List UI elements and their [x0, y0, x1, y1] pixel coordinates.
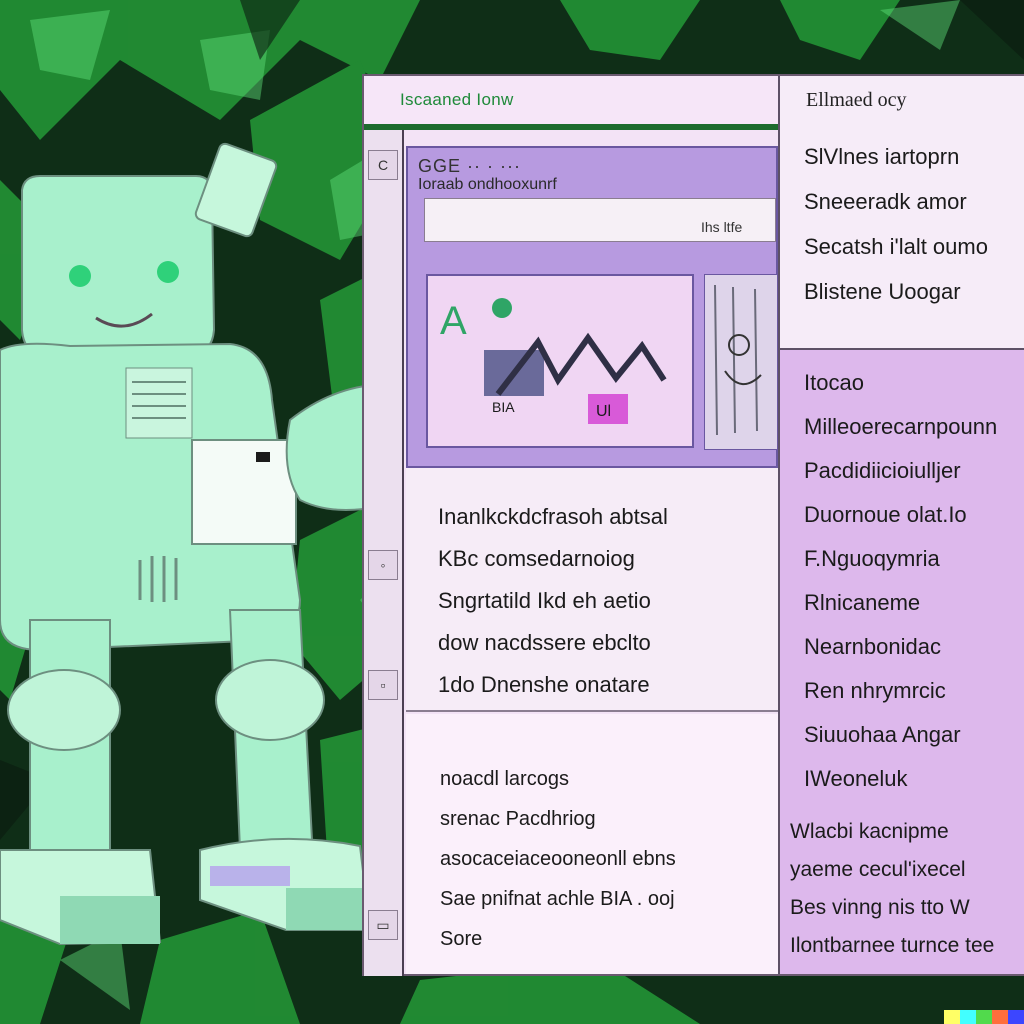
preview-toolbar[interactable]: Ihs ltfe	[424, 198, 776, 242]
toolbar-button[interactable]: ▫	[368, 670, 398, 700]
description-line: KBc comsedarnoiog	[438, 546, 635, 571]
section-item[interactable]: Nearnbonidac	[804, 634, 1024, 678]
right-panel-list: SlVlnes iartoprn Sneeeradk amor Secatsh …	[780, 124, 1024, 324]
notes-line: srenac Pacdhriog	[440, 808, 596, 830]
section-item[interactable]: Siuuohaa Angar	[804, 722, 1024, 766]
section-item[interactable]: Duornoue olat.Io	[804, 502, 1024, 546]
description-line: Sngrtatild Ikd eh aetio	[438, 588, 651, 613]
notes-line: asocaceiaceooneonll ebns	[440, 848, 676, 870]
notes-line: Sore	[440, 928, 483, 950]
preview-header: GGE ·· · ···	[418, 156, 521, 176]
preview-canvas: A Ul BIA	[426, 274, 694, 448]
notes-line: Sae pnifnat achle BIA . ooj	[440, 888, 675, 910]
description-line: dow nacdssere ebclto	[438, 630, 651, 655]
section-item[interactable]: Milleoerecarnpounn	[804, 414, 1024, 458]
toolbar-button[interactable]: C	[368, 150, 398, 180]
section-title: Itocao	[804, 370, 864, 395]
preview-sidebar	[704, 274, 778, 450]
color-signature	[944, 1010, 1024, 1024]
right-panel-item[interactable]: Sneeeradk amor	[804, 189, 1024, 234]
preview-badge: Ul	[596, 403, 611, 420]
preview-subtitle: Ioraab ondhooxunrf	[418, 176, 557, 193]
robot-illustration	[0, 142, 405, 946]
description-line: Inanlkckdcfrasoh abtsal	[438, 504, 668, 529]
zigzag-graphic: A Ul BIA	[440, 298, 667, 424]
notes-line: noacdl larcogs	[440, 768, 569, 790]
toolbar-button[interactable]: ▭	[368, 910, 398, 940]
notes-block: noacdl larcogs srenac Pacdhriog asocacei…	[406, 714, 778, 974]
right-panel-title: Ellmaed ocy	[806, 88, 907, 111]
footer-line: Wlacbi kacnipme	[790, 820, 949, 843]
toolbar-button[interactable]: ◦	[368, 550, 398, 580]
footer-line: yaeme cecul'ixecel	[790, 858, 966, 881]
section-item[interactable]: IWeoneluk	[804, 766, 1024, 810]
preview-chart-label: BIA	[492, 399, 515, 415]
right-panel-footer: Wlacbi kacnipme yaeme cecul'ixecel Bes v…	[790, 820, 994, 972]
description-line: 1do Dnenshe onatare	[438, 672, 650, 697]
title-bar: Iscaaned Ionw	[364, 76, 778, 126]
section-item[interactable]: Ren nhrymrcic	[804, 678, 1024, 722]
section-item[interactable]: Rlnicaneme	[804, 590, 1024, 634]
svg-text:A: A	[440, 299, 467, 343]
left-toolbar: C ◦ ▫ ▭	[364, 130, 404, 976]
preview-toolbar-label: Ihs ltfe	[701, 219, 743, 235]
footer-line: Ilontbarnee turnce tee	[790, 934, 995, 957]
right-panel-item[interactable]: SlVlnes iartoprn	[804, 144, 1024, 189]
footer-line: Bes vinng nis tto W	[790, 896, 970, 919]
right-bottom-panel: Itocao Milleoerecarnpounn Pacdidiicioiul…	[778, 348, 1024, 974]
preview-pane: GGE ·· · ··· Ioraab ondhooxunrf Ihs ltfe…	[406, 146, 778, 468]
window-title: Iscaaned Ionw	[400, 90, 514, 109]
sketch-graphic	[714, 284, 762, 436]
right-top-panel: Ellmaed ocy SlVlnes iartoprn Sneeeradk a…	[778, 76, 1024, 348]
section-list: Itocao Milleoerecarnpounn Pacdidiicioiul…	[780, 350, 1024, 810]
right-panel-item[interactable]: Blistene Uoogar	[804, 279, 1024, 324]
right-panel-item[interactable]: Secatsh i'lalt oumo	[804, 234, 1024, 279]
section-item[interactable]: F.Nguoqymria	[804, 546, 1024, 590]
description-block: Inanlkckdcfrasoh abtsal KBc comsedarnoio…	[406, 468, 778, 712]
app-window: Iscaaned Ionw C ◦ ▫ ▭ GGE ·· · ··· Ioraa…	[362, 74, 1024, 976]
section-item[interactable]: Pacdidiicioiulljer	[804, 458, 1024, 502]
